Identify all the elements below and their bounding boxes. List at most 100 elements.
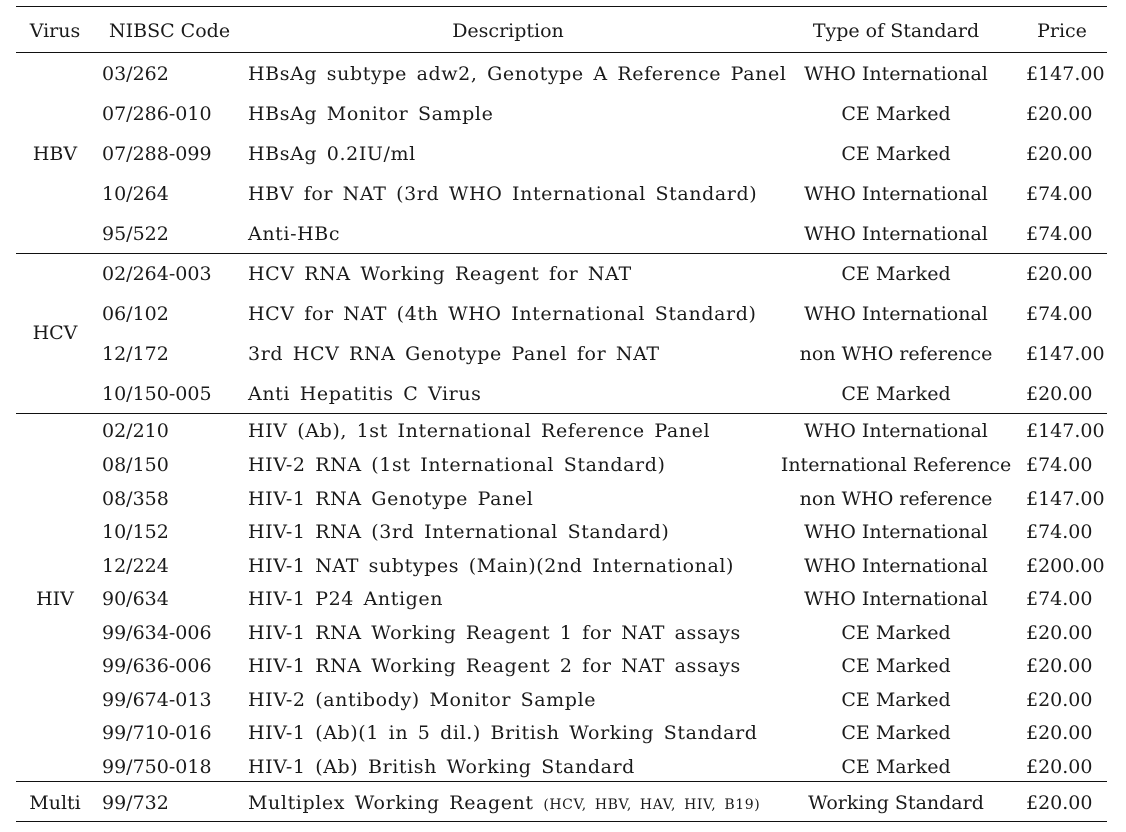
cell-price: £200.00	[1026, 555, 1105, 577]
cell-description: HCV for NAT (4th WHO International Stand…	[248, 303, 757, 325]
header-description: Description	[452, 20, 564, 42]
cell-price: £74.00	[1026, 521, 1093, 543]
cell-type: International Reference	[780, 454, 1012, 476]
cell-price: £147.00	[1026, 420, 1105, 442]
cell-type: WHO International	[804, 303, 988, 325]
cell-type: CE Marked	[841, 756, 951, 778]
header-type: Type of Standard	[812, 20, 980, 42]
cell-description-main: Multiplex Working Reagent	[248, 792, 534, 814]
cell-description: HIV-1 RNA Working Reagent 2 for NAT assa…	[248, 655, 741, 677]
cell-type: CE Marked	[841, 143, 951, 165]
cell-code: 12/172	[102, 343, 169, 365]
cell-price: £20.00	[1026, 103, 1093, 125]
cell-type: WHO International	[804, 555, 988, 577]
cell-description: HCV RNA Working Reagent for NAT	[248, 263, 632, 285]
cell-description: HIV-1 NAT subtypes (Main)(2nd Internatio…	[248, 555, 735, 577]
cell-description: HIV-1 (Ab)(1 in 5 dil.) British Working …	[248, 722, 758, 744]
cell-type: CE Marked	[841, 383, 951, 405]
cell-code: 99/674-013	[102, 689, 212, 711]
table-bottom-rule	[16, 821, 1107, 822]
cell-code: 08/358	[102, 488, 169, 510]
cell-code: 07/286-010	[102, 103, 212, 125]
cell-type: WHO International	[804, 183, 988, 205]
cell-type: CE Marked	[841, 689, 951, 711]
cell-description: HIV-1 (Ab) British Working Standard	[248, 756, 635, 778]
cell-price: £74.00	[1026, 223, 1093, 245]
group-label-hbv: HBV	[32, 143, 78, 165]
cell-description: HIV-1 P24 Antigen	[248, 588, 444, 610]
cell-type: CE Marked	[841, 655, 951, 677]
cell-code: 99/750-018	[102, 756, 212, 778]
cell-type: Working Standard	[808, 792, 984, 814]
cell-description: 3rd HCV RNA Genotype Panel for NAT	[248, 343, 660, 365]
cell-price: £74.00	[1026, 183, 1093, 205]
cell-price: £20.00	[1026, 655, 1093, 677]
cell-description: HBsAg 0.2IU/ml	[248, 143, 416, 165]
table-top-rule	[16, 6, 1107, 7]
cell-code: 12/224	[102, 555, 169, 577]
cell-price: £20.00	[1026, 383, 1093, 405]
group-label-multi: Multi	[29, 792, 81, 814]
cell-price: £20.00	[1026, 689, 1093, 711]
cell-code: 95/522	[102, 223, 169, 245]
group-label-hcv: HCV	[32, 322, 78, 344]
cell-type: WHO International	[804, 420, 988, 442]
cell-description: HIV-1 RNA (3rd International Standard)	[248, 521, 670, 543]
cell-code: 02/210	[102, 420, 169, 442]
cell-description-note: (HCV, HBV, HAV, HIV, B19)	[543, 797, 761, 813]
cell-code: 10/150-005	[102, 383, 212, 405]
cell-description: HIV-1 RNA Working Reagent 1 for NAT assa…	[248, 622, 741, 644]
cell-price: £147.00	[1026, 343, 1105, 365]
cell-description: HBsAg Monitor Sample	[248, 103, 494, 125]
header-virus: Virus	[29, 20, 81, 42]
cell-code: 99/636-006	[102, 655, 212, 677]
group-label-hiv: HIV	[36, 588, 74, 610]
cell-code: 10/152	[102, 521, 169, 543]
cell-code: 99/634-006	[102, 622, 212, 644]
cell-price: £20.00	[1026, 622, 1093, 644]
cell-price: £20.00	[1026, 756, 1093, 778]
cell-type: non WHO reference	[799, 343, 993, 365]
cell-type: CE Marked	[841, 263, 951, 285]
group-divider-hbv-hcv	[16, 253, 1107, 254]
header-price: Price	[1037, 20, 1087, 42]
cell-code: 99/710-016	[102, 722, 212, 744]
cell-description: HBsAg subtype adw2, Genotype A Reference…	[248, 63, 787, 85]
header-code: NIBSC Code	[109, 20, 231, 42]
cell-price: £147.00	[1026, 63, 1105, 85]
cell-type: WHO International	[804, 63, 988, 85]
cell-description: HIV (Ab), 1st International Reference Pa…	[248, 420, 711, 442]
cell-code: 90/634	[102, 588, 169, 610]
cell-price: £20.00	[1026, 143, 1093, 165]
cell-type: CE Marked	[841, 622, 951, 644]
cell-price: £147.00	[1026, 488, 1105, 510]
cell-price: £20.00	[1026, 792, 1093, 814]
cell-price: £20.00	[1026, 722, 1093, 744]
cell-price: £74.00	[1026, 454, 1093, 476]
cell-code: 08/150	[102, 454, 169, 476]
cell-code: 02/264-003	[102, 263, 212, 285]
cell-description: Anti-HBc	[248, 223, 341, 245]
cell-description: HBV for NAT (3rd WHO International Stand…	[248, 183, 758, 205]
cell-price: £74.00	[1026, 303, 1093, 325]
cell-code: 06/102	[102, 303, 169, 325]
cell-code: 99/732	[102, 792, 169, 814]
cell-description: Anti Hepatitis C Virus	[248, 383, 482, 405]
cell-description: HIV-2 RNA (1st International Standard)	[248, 454, 666, 476]
cell-description: HIV-2 (antibody) Monitor Sample	[248, 689, 597, 711]
cell-description: HIV-1 RNA Genotype Panel	[248, 488, 534, 510]
cell-type: WHO International	[804, 223, 988, 245]
cell-type: CE Marked	[841, 103, 951, 125]
cell-type: WHO International	[804, 521, 988, 543]
cell-description: Multiplex Working Reagent (HCV, HBV, HAV…	[248, 794, 760, 813]
cell-price: £74.00	[1026, 588, 1093, 610]
cell-price: £20.00	[1026, 263, 1093, 285]
header-bottom-rule	[16, 52, 1107, 53]
cell-code: 07/288-099	[102, 143, 212, 165]
group-divider-hiv-multi	[16, 781, 1107, 782]
cell-type: non WHO reference	[799, 488, 993, 510]
cell-type: CE Marked	[841, 722, 951, 744]
cell-code: 03/262	[102, 63, 169, 85]
group-divider-hcv-hiv	[16, 413, 1107, 414]
cell-code: 10/264	[102, 183, 169, 205]
